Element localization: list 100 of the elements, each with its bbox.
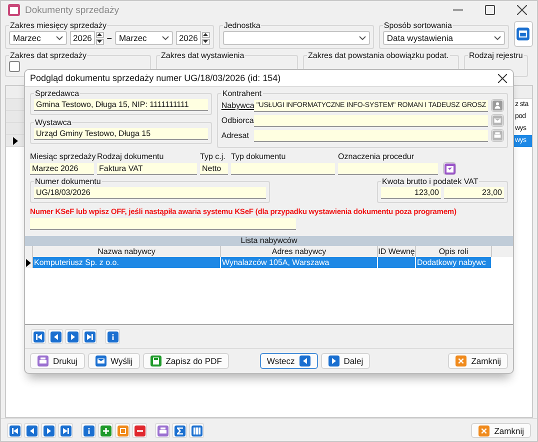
info-icon bbox=[82, 424, 94, 436]
group-label: Sposób sortowania bbox=[382, 21, 453, 30]
checkbox[interactable] bbox=[9, 61, 20, 72]
close-icon bbox=[455, 355, 468, 367]
skip-forward-icon bbox=[60, 424, 72, 436]
printer-icon bbox=[156, 424, 168, 436]
table-icon bbox=[516, 27, 530, 41]
chevron-down-icon[interactable] bbox=[358, 36, 366, 40]
form-field[interactable]: Marzec 2026 bbox=[30, 163, 94, 175]
buyer-link[interactable]: Nabywca bbox=[221, 101, 252, 110]
action-button[interactable]: Wstecz bbox=[260, 353, 318, 369]
chevron-down-icon[interactable] bbox=[162, 36, 169, 40]
envelope-icon bbox=[94, 355, 107, 367]
skip-forward-icon bbox=[84, 330, 96, 342]
action-button[interactable]: Wyślij bbox=[88, 353, 140, 369]
field-label: Typ c.j. bbox=[200, 152, 226, 161]
arrow-left-icon bbox=[298, 355, 311, 367]
arrow-left-icon bbox=[26, 424, 38, 436]
action-button[interactable]: Zapisz do PDF bbox=[142, 353, 229, 369]
plus-icon bbox=[100, 424, 112, 436]
dropdown[interactable]: Marzec bbox=[9, 31, 67, 45]
close-button[interactable]: Zamknij bbox=[471, 423, 531, 438]
navigation-button[interactable] bbox=[105, 329, 120, 344]
document-number-field[interactable]: UG/18/03/2026 bbox=[34, 187, 266, 199]
form-field[interactable] bbox=[231, 163, 335, 175]
window-title: Dokumenty sprzedaży bbox=[25, 4, 119, 16]
dialog-title: Podgląd dokumentu sprzedaży numer UG/18/03/2026 (id: 154) bbox=[30, 73, 281, 83]
group-label: Rodzaj rejestru bbox=[468, 51, 524, 60]
contractor-button[interactable] bbox=[491, 99, 504, 112]
person-icon bbox=[492, 100, 503, 111]
spin-down-button[interactable] bbox=[96, 38, 104, 44]
toolbar-button[interactable] bbox=[172, 423, 187, 438]
table-cell: Dodatkowy nabywc bbox=[417, 258, 486, 267]
toolbar-button[interactable] bbox=[132, 423, 147, 438]
form-field[interactable]: Netto bbox=[200, 163, 228, 175]
seller-field[interactable]: Gmina Testowo, Długa 15, NIP: 1111111111 bbox=[34, 99, 208, 111]
chevron-down-icon[interactable] bbox=[56, 36, 63, 40]
contractor-field[interactable] bbox=[254, 130, 488, 142]
arrow-right-icon bbox=[42, 424, 54, 436]
field-label: Adresat bbox=[221, 131, 250, 140]
year-field[interactable]: 2026 bbox=[70, 31, 95, 45]
group-label: Sprzedawca bbox=[34, 89, 80, 98]
contractor-field[interactable] bbox=[254, 114, 488, 126]
skip-back-icon bbox=[8, 424, 20, 436]
row-pointer-icon bbox=[13, 136, 18, 144]
toolbar-button[interactable] bbox=[189, 423, 204, 438]
group-label: Zakres miesięcy sprzedaży bbox=[9, 21, 108, 30]
toolbar-button[interactable] bbox=[41, 423, 56, 438]
toolbar-button[interactable] bbox=[7, 423, 22, 438]
spin-up-button[interactable] bbox=[202, 32, 210, 38]
navigation-button[interactable] bbox=[65, 329, 80, 344]
table-cell: Komputeriusz Sp. z o.o. bbox=[34, 258, 119, 267]
issuer-field[interactable]: Urząd Gminy Testowo, Długa 15 bbox=[34, 128, 208, 140]
navigation-button[interactable] bbox=[82, 329, 97, 344]
close-icon[interactable] bbox=[498, 74, 507, 82]
group-label: Kwota brutto i podatek VAT bbox=[381, 177, 480, 186]
spin-up-button[interactable] bbox=[96, 32, 104, 38]
group-label: Jednostka bbox=[222, 21, 262, 30]
printer-icon bbox=[37, 355, 49, 367]
field-label: Oznaczenia procedur bbox=[338, 152, 416, 161]
chevron-down-icon[interactable] bbox=[494, 36, 501, 40]
spin-down-button[interactable] bbox=[202, 38, 210, 44]
action-button[interactable]: Zamknij bbox=[448, 353, 508, 369]
vat-amount-field[interactable]: 23,00 bbox=[444, 187, 504, 199]
form-field[interactable] bbox=[338, 163, 438, 175]
group-label: Zakres dat wystawienia bbox=[160, 51, 246, 60]
gross-amount-field[interactable]: 123,00 bbox=[381, 187, 441, 199]
table-row[interactable]: Komputeriusz Sp. z o.o. Wynalazców 105A, Warszawa Dodatkowy nabywc bbox=[25, 257, 513, 268]
field-label: Typ dokumentu bbox=[231, 152, 287, 161]
toolbar-button[interactable] bbox=[58, 423, 73, 438]
arrow-right-icon bbox=[328, 355, 340, 367]
field-label: Rodzaj dokumentu bbox=[97, 152, 165, 161]
table-button[interactable] bbox=[514, 21, 533, 47]
action-button[interactable]: Drukuj bbox=[30, 353, 85, 369]
group-label: Wystawca bbox=[34, 118, 72, 127]
app-icon bbox=[7, 3, 21, 17]
dropdown[interactable]: Marzec bbox=[114, 31, 173, 45]
toolbar-button[interactable] bbox=[24, 423, 39, 438]
close-icon bbox=[478, 424, 490, 436]
maximize-icon[interactable] bbox=[485, 5, 495, 15]
toolbar-button[interactable] bbox=[81, 423, 96, 438]
group-label: Numer dokumentu bbox=[34, 177, 102, 186]
skip-back-icon bbox=[32, 330, 44, 342]
form-field[interactable]: Faktura VAT bbox=[97, 163, 197, 175]
dropdown[interactable]: Data wystawienia bbox=[382, 31, 505, 45]
minus-icon bbox=[134, 424, 146, 436]
group-label: Zakres dat sprzedaży bbox=[9, 51, 88, 60]
action-button[interactable]: Dalej bbox=[320, 353, 370, 369]
close-icon[interactable] bbox=[517, 5, 527, 15]
navigation-button[interactable] bbox=[31, 329, 46, 344]
floppy-disk-icon bbox=[150, 355, 162, 367]
toolbar-button[interactable] bbox=[155, 423, 170, 438]
year-field[interactable]: 2026 bbox=[176, 31, 201, 45]
columns-icon bbox=[190, 424, 202, 436]
navigation-button[interactable] bbox=[48, 329, 63, 344]
ksef-number-field[interactable] bbox=[30, 218, 296, 230]
table-cell: Wynalazców 105A, Warszawa bbox=[222, 258, 330, 267]
toolbar-button[interactable] bbox=[115, 423, 130, 438]
toolbar-button[interactable] bbox=[98, 423, 113, 438]
range-separator: – bbox=[106, 33, 112, 43]
